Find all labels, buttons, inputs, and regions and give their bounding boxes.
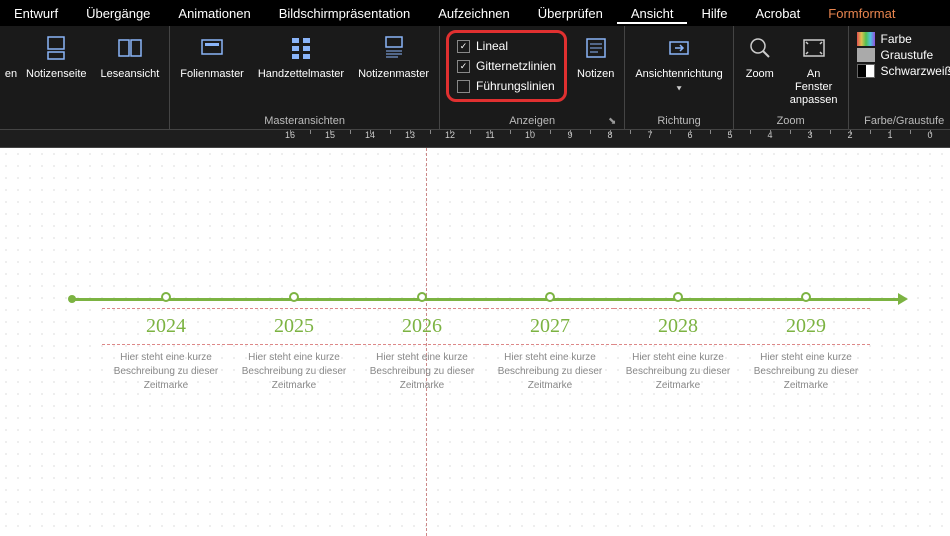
reading-view-icon bbox=[114, 32, 146, 64]
timeline-year: 2024 bbox=[102, 315, 230, 338]
timeline-mark[interactable]: 2028 Hier steht eine kurze Beschreibung z… bbox=[614, 290, 742, 393]
timeline-desc: Hier steht eine kurze Beschreibung zu di… bbox=[358, 351, 486, 393]
folienmaster-button[interactable]: Folienmaster bbox=[174, 28, 250, 84]
slide-master-icon bbox=[196, 32, 228, 64]
tab-entwurf[interactable]: Entwurf bbox=[0, 2, 72, 24]
timeline-mark[interactable]: 2027 Hier steht eine kurze Beschreibung z… bbox=[486, 290, 614, 393]
color-swatch-icon bbox=[857, 32, 875, 46]
timeline-desc: Hier steht eine kurze Beschreibung zu di… bbox=[230, 351, 358, 393]
timeline-desc: Hier steht eine kurze Beschreibung zu di… bbox=[614, 351, 742, 393]
grayscale-swatch-icon bbox=[857, 48, 875, 62]
notes-master-icon bbox=[378, 32, 410, 64]
timeline-desc: Hier steht eine kurze Beschreibung zu di… bbox=[742, 351, 870, 393]
timeline-dot-icon bbox=[801, 292, 811, 302]
tab-aufzeichnen[interactable]: Aufzeichnen bbox=[424, 2, 524, 24]
timeline-mark[interactable]: 2029 Hier steht eine kurze Beschreibung z… bbox=[742, 290, 870, 393]
group-label-zoom: Zoom bbox=[738, 112, 844, 129]
timeline-desc: Hier steht eine kurze Beschreibung zu di… bbox=[102, 351, 230, 393]
tab-formformat[interactable]: Formformat bbox=[814, 2, 909, 24]
lineal-checkbox[interactable]: Lineal bbox=[457, 39, 556, 53]
notes-page-icon bbox=[40, 32, 72, 64]
timeline-arrow-icon bbox=[898, 293, 908, 305]
timeline-mark[interactable]: 2026 Hier steht eine kurze Beschreibung z… bbox=[358, 290, 486, 393]
fuehrungslinien-checkbox[interactable]: Führungslinien bbox=[457, 79, 556, 93]
ansichtenrichtung-button[interactable]: Ansichtenrichtung ⯆ bbox=[629, 28, 728, 99]
timeline-dot-icon bbox=[161, 292, 171, 302]
timeline-year: 2029 bbox=[742, 315, 870, 338]
ten-button-cut[interactable]: en bbox=[4, 28, 18, 84]
graustufe-button[interactable]: Graustufe bbox=[857, 48, 950, 62]
slide-canvas[interactable]: 2024Hier steht eine kurze Beschreibung z… bbox=[0, 148, 950, 536]
chevron-down-icon: ⯆ bbox=[675, 84, 682, 95]
fit-window-icon bbox=[798, 32, 830, 64]
gitternetzlinien-checkbox[interactable]: Gitternetzlinien bbox=[457, 59, 556, 73]
tab-bildschirmpraesentation[interactable]: Bildschirmpräsentation bbox=[265, 2, 425, 24]
group-label-praesentationsansichten bbox=[4, 112, 165, 129]
tab-acrobat[interactable]: Acrobat bbox=[741, 2, 814, 24]
timeline-dot-icon bbox=[417, 292, 427, 302]
checkbox-icon bbox=[457, 80, 470, 93]
tab-ansicht[interactable]: Ansicht bbox=[617, 2, 688, 24]
handzettelmaster-button[interactable]: Handzettelmaster bbox=[252, 28, 350, 84]
timeline-year: 2027 bbox=[486, 315, 614, 338]
bw-swatch-icon bbox=[857, 64, 875, 78]
group-label-richtung: Richtung bbox=[629, 112, 728, 129]
zoom-button[interactable]: Zoom bbox=[738, 28, 782, 84]
timeline-year: 2026 bbox=[358, 315, 486, 338]
direction-icon bbox=[663, 32, 695, 64]
notes-icon bbox=[580, 32, 612, 64]
timeline-shape[interactable]: 2024Hier steht eine kurze Beschreibung z… bbox=[72, 290, 900, 393]
group-label-farbe: Farbe/Graustufe bbox=[853, 112, 950, 129]
notizenmaster-button[interactable]: Notizenmaster bbox=[352, 28, 435, 84]
schwarzweiss-button[interactable]: Schwarzweiß bbox=[857, 64, 950, 78]
show-options-highlighted: Lineal Gitternetzlinien Führungslinien bbox=[446, 30, 567, 102]
notizenseite-button[interactable]: Notizenseite bbox=[20, 28, 93, 84]
fit-window-button[interactable]: An Fenster anpassen bbox=[784, 28, 844, 112]
timeline-dot-icon bbox=[545, 292, 555, 302]
checkbox-icon bbox=[457, 40, 470, 53]
page-icon bbox=[4, 32, 18, 64]
tab-hilfe[interactable]: Hilfe bbox=[687, 2, 741, 24]
timeline-year: 2028 bbox=[614, 315, 742, 338]
timeline-dot-icon bbox=[289, 292, 299, 302]
anzeigen-dialog-launcher[interactable]: ⬊ bbox=[604, 116, 620, 129]
ribbon: en Notizenseite Leseansicht Folienmaster… bbox=[0, 26, 950, 130]
timeline-desc: Hier steht eine kurze Beschreibung zu di… bbox=[486, 351, 614, 393]
horizontal-ruler: 1615141312111098765432101 bbox=[0, 130, 950, 148]
leseansicht-button[interactable]: Leseansicht bbox=[95, 28, 166, 84]
farbe-button[interactable]: Farbe bbox=[857, 32, 950, 46]
tab-animationen[interactable]: Animationen bbox=[164, 2, 264, 24]
group-label-anzeigen: Anzeigen bbox=[509, 112, 555, 129]
timeline-year: 2025 bbox=[230, 315, 358, 338]
ribbon-tabs: Entwurf Übergänge Animationen Bildschirm… bbox=[0, 0, 950, 26]
timeline-mark[interactable]: 2024 Hier steht eine kurze Beschreibung z… bbox=[102, 290, 230, 393]
checkbox-icon bbox=[457, 60, 470, 73]
notizen-button[interactable]: Notizen bbox=[571, 28, 620, 84]
handout-master-icon bbox=[285, 32, 317, 64]
timeline-mark[interactable]: 2025 Hier steht eine kurze Beschreibung z… bbox=[230, 290, 358, 393]
tab-uebergaenge[interactable]: Übergänge bbox=[72, 2, 164, 24]
zoom-icon bbox=[744, 32, 776, 64]
tab-ueberpruefen[interactable]: Überprüfen bbox=[524, 2, 617, 24]
timeline-dot-icon bbox=[673, 292, 683, 302]
group-label-masteransichten: Masteransichten bbox=[174, 112, 435, 129]
